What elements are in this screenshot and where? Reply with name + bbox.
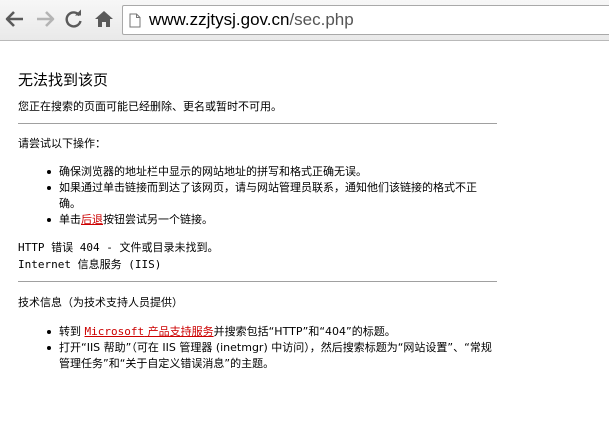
- tech-item-suffix: 并搜索包括“HTTP”和“404”的标题。: [213, 325, 396, 338]
- forward-arrow-icon: [37, 11, 55, 27]
- tech-list: 转到 Microsoft 产品支持服务并搜索包括“HTTP”和“404”的标题。…: [18, 324, 498, 372]
- bullet-icon: [47, 346, 51, 350]
- back-button[interactable]: [4, 8, 26, 30]
- try-list: 确保浏览器的地址栏中显示的网站地址的拼写和格式正确无误。 如果通过单击链接而到达…: [18, 164, 498, 228]
- url-path: /sec.php: [289, 10, 354, 29]
- reload-icon: [65, 9, 82, 28]
- list-item: 转到 Microsoft 产品支持服务并搜索包括“HTTP”和“404”的标题。: [18, 324, 498, 340]
- page-title: 无法找到该页: [18, 71, 109, 89]
- reload-button[interactable]: [63, 8, 85, 30]
- url-host: www.zzjtysj.gov.cn: [149, 10, 290, 29]
- home-icon: [95, 11, 113, 27]
- tech-heading: 技术信息（为技术支持人员提供）: [18, 296, 183, 309]
- list-item: 单击后退按钮尝试另一个链接。: [18, 212, 498, 228]
- list-item-text: 如果通过单击链接而到达了该网页，请与网站管理员联系，通知他们该链接的格式不正确。: [59, 181, 477, 210]
- bullet-icon: [47, 218, 51, 222]
- list-item: 确保浏览器的地址栏中显示的网站地址的拼写和格式正确无误。: [18, 164, 498, 180]
- support-link-text: 产品支持服务: [144, 325, 214, 338]
- home-button[interactable]: [93, 8, 115, 30]
- address-bar[interactable]: www.zzjtysj.gov.cn/sec.php: [122, 5, 609, 35]
- error-code-line: HTTP 错误 404 - 文件或目录未找到。: [18, 241, 219, 254]
- browser-toolbar: www.zzjtysj.gov.cn/sec.php: [0, 0, 609, 41]
- back-prefix: 单击: [59, 213, 81, 226]
- bullet-icon: [47, 330, 51, 334]
- forward-button[interactable]: [34, 8, 56, 30]
- page-subtitle: 您正在搜索的页面可能已经删除、更名或暂时不可用。: [18, 100, 282, 113]
- support-link-brand: Microsoft: [84, 325, 145, 338]
- list-item-text: 打开“IIS 帮助”（可在 IIS 管理器 (inetmgr) 中访问），然后搜…: [59, 341, 492, 370]
- divider: [18, 123, 497, 124]
- bullet-icon: [47, 170, 51, 174]
- list-item: 打开“IIS 帮助”（可在 IIS 管理器 (inetmgr) 中访问），然后搜…: [18, 340, 498, 372]
- try-heading: 请尝试以下操作：: [18, 137, 106, 150]
- url-text[interactable]: www.zzjtysj.gov.cn/sec.php: [149, 10, 354, 30]
- list-item: 如果通过单击链接而到达了该网页，请与网站管理员联系，通知他们该链接的格式不正确。: [18, 180, 498, 212]
- list-item-text: 确保浏览器的地址栏中显示的网站地址的拼写和格式正确无误。: [59, 165, 367, 178]
- server-line: Internet 信息服务 (IIS): [18, 258, 162, 271]
- back-suffix: 按钮尝试另一个链接。: [103, 213, 213, 226]
- back-link[interactable]: 后退: [81, 213, 103, 226]
- tech-item-prefix: 转到: [59, 325, 85, 338]
- bullet-icon: [47, 186, 51, 190]
- back-arrow-icon: [5, 11, 23, 27]
- support-link[interactable]: Microsoft 产品支持服务: [85, 325, 214, 338]
- divider: [18, 281, 497, 282]
- page-icon: [129, 13, 141, 28]
